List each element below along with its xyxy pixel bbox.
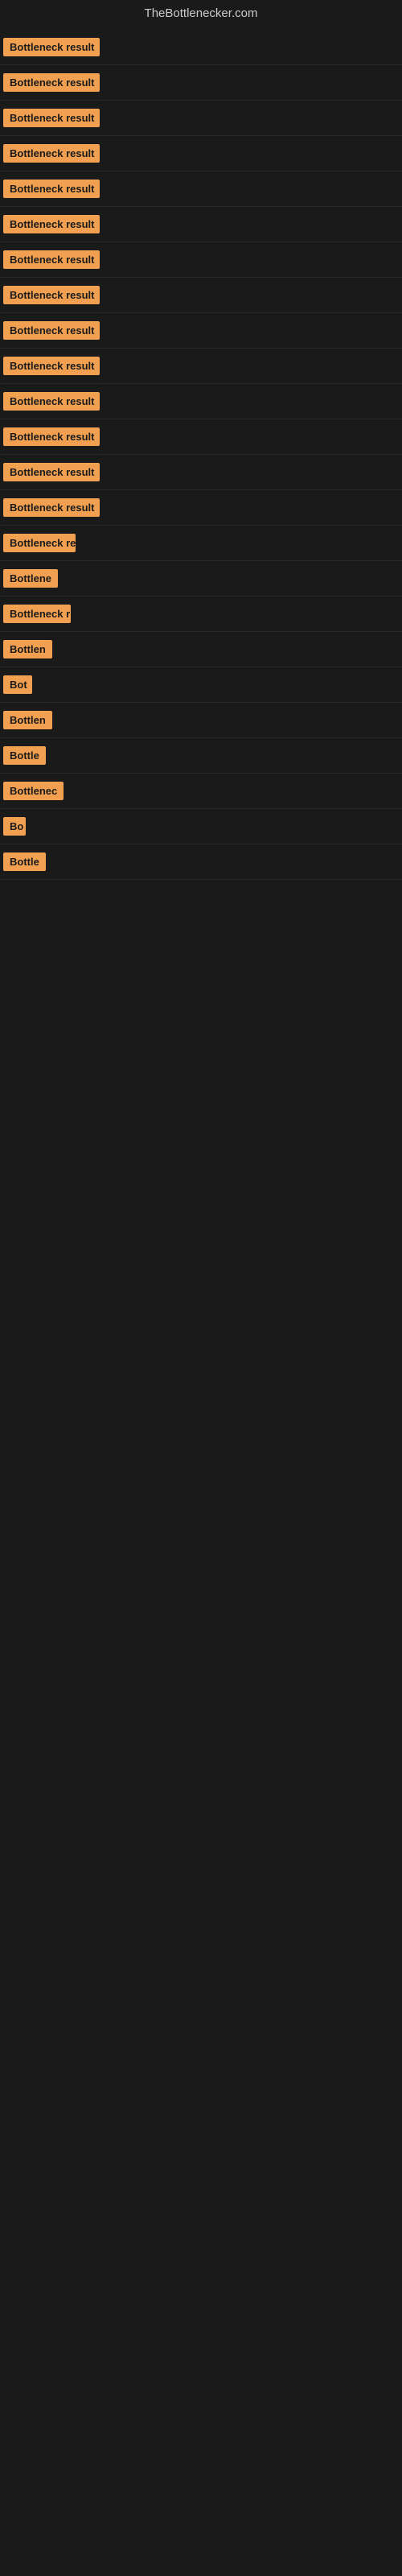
bottleneck-badge[interactable]: Bottleneck result	[3, 38, 100, 56]
result-row: Bottleneck result	[0, 65, 402, 101]
result-row: Bottleneck result	[0, 136, 402, 171]
bottleneck-badge[interactable]: Bottleneck result	[3, 392, 100, 411]
bottleneck-badge[interactable]: Bottleneck result	[3, 215, 100, 233]
result-row: Bottleneck result	[0, 207, 402, 242]
result-row: Bottleneck result	[0, 101, 402, 136]
bottleneck-badge[interactable]: Bottlenec	[3, 782, 64, 800]
bottleneck-badge[interactable]: Bottlen	[3, 711, 52, 729]
result-row: Bottleneck result	[0, 349, 402, 384]
bottleneck-badge[interactable]: Bottleneck result	[3, 463, 100, 481]
bottleneck-badge[interactable]: Bottleneck result	[3, 73, 100, 92]
bottleneck-badge[interactable]: Bottleneck result	[3, 286, 100, 304]
bottleneck-badge[interactable]: Bottleneck result	[3, 321, 100, 340]
bottleneck-badge[interactable]: Bottleneck result	[3, 498, 100, 517]
bottleneck-badge[interactable]: Bottleneck r	[3, 605, 71, 623]
bottleneck-badge[interactable]: Bottle	[3, 746, 46, 765]
result-row: Bottleneck re	[0, 526, 402, 561]
result-row: Bottleneck result	[0, 171, 402, 207]
result-row: Bot	[0, 667, 402, 703]
result-row: Bottle	[0, 738, 402, 774]
page-wrapper: TheBottlenecker.com Bottleneck resultBot…	[0, 0, 402, 880]
bottleneck-badge[interactable]: Bottleneck result	[3, 427, 100, 446]
bottleneck-badge[interactable]: Bo	[3, 817, 26, 836]
result-row: Bo	[0, 809, 402, 844]
result-row: Bottlen	[0, 632, 402, 667]
bottleneck-badge[interactable]: Bot	[3, 675, 32, 694]
bottleneck-badge[interactable]: Bottleneck re	[3, 534, 76, 552]
result-row: Bottlenec	[0, 774, 402, 809]
result-row: Bottleneck result	[0, 30, 402, 65]
bottleneck-badge[interactable]: Bottleneck result	[3, 357, 100, 375]
result-row: Bottleneck result	[0, 419, 402, 455]
result-row: Bottle	[0, 844, 402, 880]
bottleneck-badge[interactable]: Bottlene	[3, 569, 58, 588]
site-title: TheBottlenecker.com	[145, 6, 258, 20]
result-row: Bottleneck result	[0, 313, 402, 349]
result-row: Bottleneck result	[0, 490, 402, 526]
bottleneck-badge[interactable]: Bottleneck result	[3, 109, 100, 127]
result-row: Bottlene	[0, 561, 402, 597]
site-header: TheBottlenecker.com	[0, 0, 402, 30]
result-row: Bottlen	[0, 703, 402, 738]
bottleneck-badge[interactable]: Bottlen	[3, 640, 52, 658]
bottleneck-badge[interactable]: Bottleneck result	[3, 144, 100, 163]
bottleneck-badge[interactable]: Bottleneck result	[3, 250, 100, 269]
results-list: Bottleneck result Bottleneck result Bottle…	[0, 30, 402, 880]
bottleneck-badge[interactable]: Bottleneck result	[3, 180, 100, 198]
result-row: Bottleneck r	[0, 597, 402, 632]
result-row: Bottleneck result	[0, 278, 402, 313]
bottleneck-badge[interactable]: Bottle	[3, 852, 46, 871]
result-row: Bottleneck result	[0, 384, 402, 419]
result-row: Bottleneck result	[0, 242, 402, 278]
result-row: Bottleneck result	[0, 455, 402, 490]
